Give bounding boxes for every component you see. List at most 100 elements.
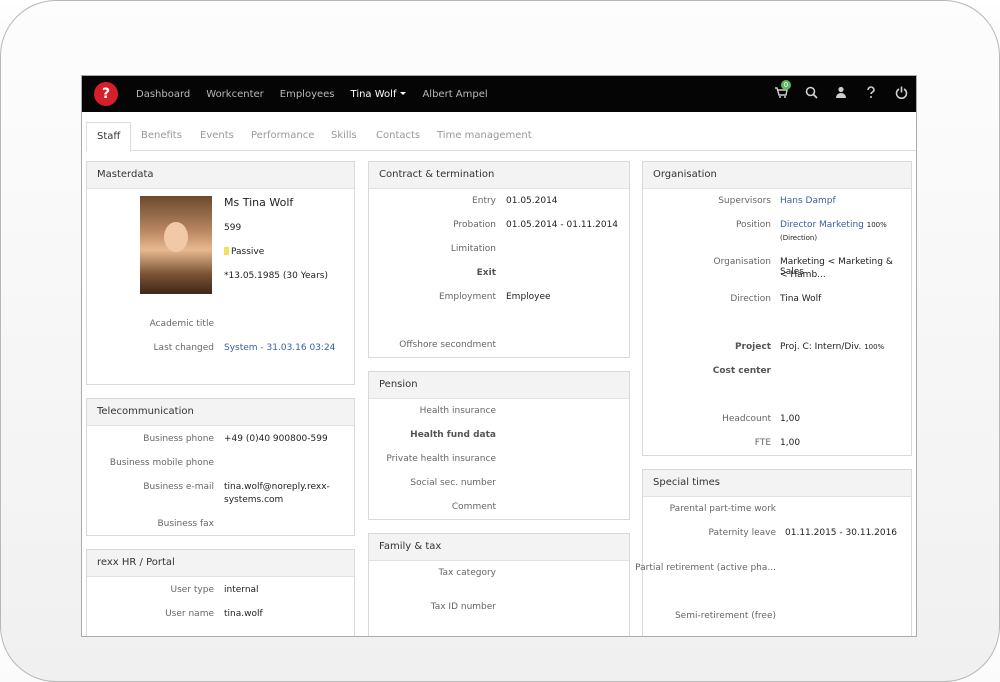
fax-label: Business fax [157, 519, 214, 529]
family-tax-panel: Family & tax Tax category Tax ID number [368, 533, 630, 636]
main-nav: Dashboard Workcenter Employees Tina Wolf… [136, 76, 504, 112]
portal-title: rexx HR / Portal [87, 550, 354, 577]
user-type-value: internal [224, 585, 259, 595]
exit-label: Exit [476, 268, 496, 278]
entry-label: Entry [472, 196, 496, 206]
tax-id-label: Tax ID number [430, 602, 496, 612]
power-icon[interactable] [886, 86, 916, 103]
paternity-label: Paternity leave [708, 528, 776, 538]
user-type-label: User type [170, 585, 214, 595]
contract-panel: Contract & termination Entry 01.05.2014 … [368, 161, 630, 358]
tab-contacts[interactable]: Contacts [376, 122, 420, 150]
email-line-2: systems.com [224, 495, 284, 505]
user-name-label: User name [165, 609, 214, 619]
status-text: Passive [231, 247, 265, 257]
photo-face [164, 222, 188, 252]
private-health-label: Private health insurance [386, 454, 496, 464]
headcount-label: Headcount [722, 414, 771, 424]
nav-employees[interactable]: Employees [280, 89, 335, 100]
contract-title: Contract & termination [369, 162, 629, 189]
employee-name: Ms Tina Wolf [224, 196, 294, 209]
special-times-title: Special times [643, 470, 911, 497]
position-sub: (Direction) [780, 234, 818, 242]
status-color-marker [224, 247, 229, 255]
tab-events[interactable]: Events [200, 122, 234, 150]
project-value: Proj. C: Intern/Div. 100% [780, 342, 884, 352]
employee-id: 599 [224, 223, 242, 233]
email-line-1: tina.wolf@noreply.rexx- [224, 482, 330, 492]
headcount-value: 1,00 [780, 414, 801, 424]
nav-active-label: Tina Wolf [350, 88, 397, 100]
nav-workcenter[interactable]: Workcenter [206, 89, 264, 100]
special-times-panel: Special times Parental part-time work Pa… [635, 469, 912, 636]
telecom-title: Telecommunication [87, 399, 354, 426]
tab-time-management[interactable]: Time management [437, 122, 532, 150]
tab-skills[interactable]: Skills [331, 122, 357, 150]
pension-title: Pension [369, 372, 629, 399]
position-label: Position [735, 220, 771, 230]
tax-category-label: Tax category [438, 568, 497, 578]
organisation-panel: Organisation Supervisors Hans Dampf Posi… [642, 161, 912, 456]
project-percent: 100% [864, 343, 885, 351]
position-value: Director Marketing 100% [780, 220, 887, 230]
status-badge: Passive [224, 247, 264, 257]
probation-label: Probation [453, 220, 496, 230]
cart-icon[interactable]: 0 [766, 80, 796, 102]
top-navbar: ? Dashboard Workcenter Employees Tina Wo… [82, 76, 916, 112]
organisation-title: Organisation [643, 162, 911, 189]
birth-date: *13.05.1985 (30 Years) [224, 271, 328, 281]
tab-staff[interactable]: Staff [86, 122, 132, 152]
chevron-down-icon [400, 92, 407, 95]
health-insurance-label: Health insurance [419, 406, 496, 416]
supervisor-link[interactable]: Hans Dampf [780, 196, 836, 206]
tab-performance[interactable]: Performance [251, 122, 314, 150]
app-screen: ? Dashboard Workcenter Employees Tina Wo… [82, 76, 916, 636]
supervisors-label: Supervisors [718, 196, 771, 206]
nav-albert-ampel[interactable]: Albert Ampel [422, 89, 487, 100]
help-icon[interactable] [856, 85, 886, 103]
employment-value: Employee [506, 292, 551, 302]
last-changed-link[interactable]: System - 31.03.16 03:24 [224, 343, 335, 353]
cart-count-badge: 0 [781, 80, 791, 90]
project-name: Proj. C: Intern/Div. [780, 342, 862, 352]
business-phone-value: +49 (0)40 900800-599 [224, 434, 328, 444]
masterdata-panel: Masterdata Ms Tina Wolf 599 Passive *13.… [86, 161, 355, 385]
nav-dashboard[interactable]: Dashboard [136, 89, 190, 100]
last-changed-label: Last changed [153, 343, 214, 353]
parental-label: Parental part-time work [669, 504, 776, 514]
health-fund-label: Health fund data [410, 430, 496, 440]
user-name-value: tina.wolf [224, 609, 263, 619]
family-tax-title: Family & tax [369, 534, 629, 561]
fte-value: 1,00 [780, 438, 801, 448]
offshore-label: Offshore secondment [399, 340, 496, 350]
academic-title-label: Academic title [149, 319, 214, 329]
probation-value: 01.05.2014 - 01.11.2014 [506, 220, 619, 230]
top-icons: 0 [766, 76, 916, 112]
position-link[interactable]: Director Marketing [780, 220, 864, 230]
mobile-phone-label: Business mobile phone [109, 458, 214, 468]
rexx-logo[interactable]: ? [94, 82, 118, 106]
business-phone-label: Business phone [143, 434, 214, 444]
direction-label: Direction [730, 294, 771, 304]
entry-value: 01.05.2014 [506, 196, 558, 206]
pension-panel: Pension Health insurance Health fund dat… [368, 371, 630, 520]
email-label: Business e-mail [143, 482, 214, 492]
comment-label: Comment [451, 502, 496, 512]
direction-value: Tina Wolf [780, 294, 822, 304]
user-icon[interactable] [826, 86, 856, 102]
tab-benefits[interactable]: Benefits [141, 122, 182, 150]
employment-label: Employment [438, 292, 496, 302]
masterdata-title: Masterdata [87, 162, 354, 189]
fte-label: FTE [754, 438, 771, 448]
nav-tina-wolf-dropdown[interactable]: Tina Wolf [351, 89, 407, 100]
semi-retirement-label: Semi-retirement (free) [674, 611, 776, 621]
project-label: Project [734, 342, 771, 352]
limitation-label: Limitation [450, 244, 496, 254]
search-icon[interactable] [796, 86, 826, 103]
position-percent: 100% [866, 221, 887, 229]
employee-photo [140, 196, 212, 294]
organisation-label: Organisation [713, 257, 771, 267]
social-sec-label: Social sec. number [410, 478, 496, 488]
profile-tabs: Staff Benefits Events Performance Skills… [86, 122, 916, 152]
paternity-value: 01.11.2015 - 30.11.2016 [785, 528, 898, 538]
